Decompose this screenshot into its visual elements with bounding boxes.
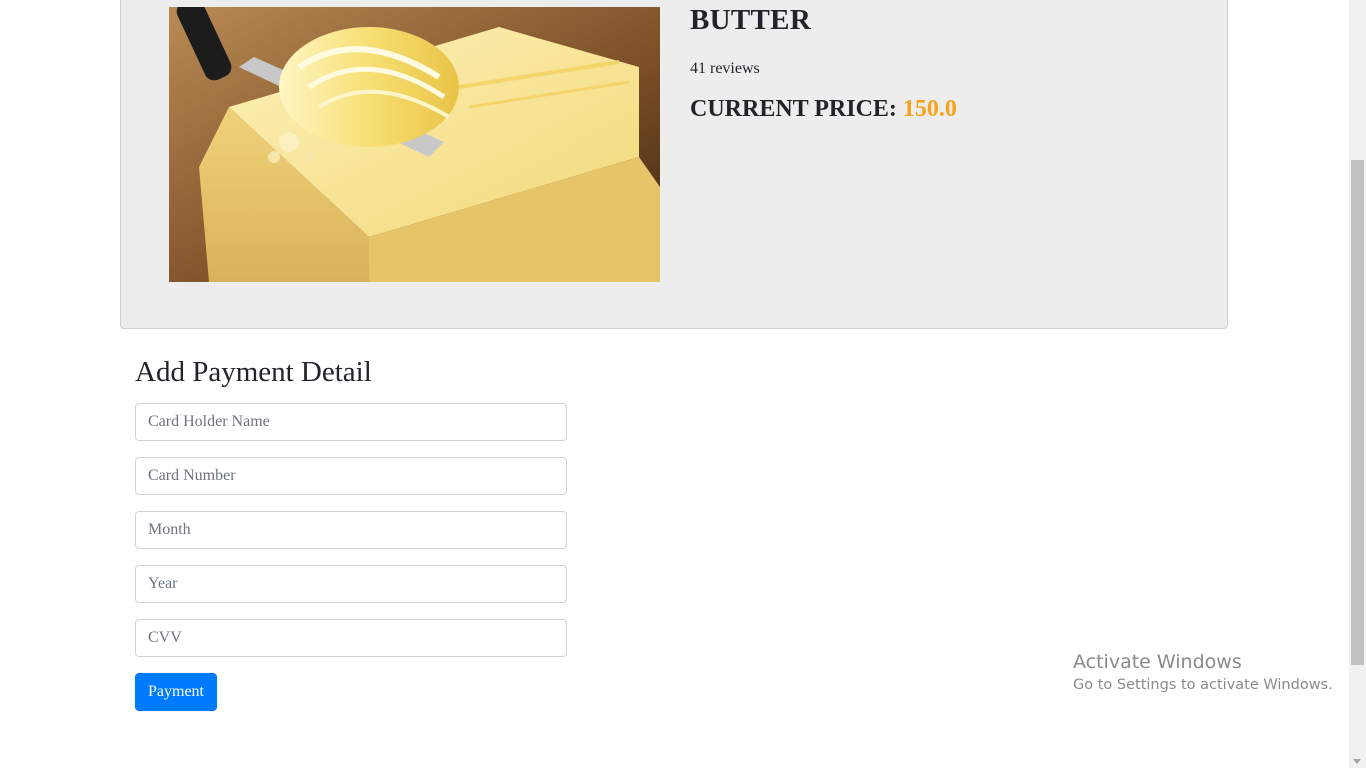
activate-windows-watermark: Activate Windows Go to Settings to activ… — [1073, 650, 1333, 696]
product-price: CURRENT PRICE: 150.0 — [690, 96, 1190, 123]
product-info: BUTTER 41 reviews CURRENT PRICE: 150.0 — [690, 4, 1190, 123]
payment-heading: Add Payment Detail — [135, 356, 372, 388]
payment-form: Add Payment Detail Payment — [135, 355, 567, 711]
product-reviews: 41 reviews — [690, 59, 760, 77]
scrollbar-thumb[interactable] — [1351, 160, 1364, 665]
product-card: BUTTER 41 reviews CURRENT PRICE: 150.0 — [120, 0, 1228, 329]
watermark-title: Activate Windows — [1073, 651, 1242, 673]
year-input[interactable] — [135, 565, 567, 603]
vertical-scrollbar[interactable] — [1349, 0, 1366, 768]
cvv-input[interactable] — [135, 619, 567, 657]
watermark-subtitle: Go to Settings to activate Windows. — [1073, 677, 1333, 693]
payment-button[interactable]: Payment — [135, 673, 217, 711]
product-title: BUTTER — [690, 4, 812, 36]
card-number-input[interactable] — [135, 457, 567, 495]
product-image — [169, 7, 660, 282]
page: BUTTER 41 reviews CURRENT PRICE: 150.0 A… — [0, 0, 1366, 768]
month-input[interactable] — [135, 511, 567, 549]
price-value: 150.0 — [902, 95, 957, 122]
scroll-down-arrow-icon[interactable] — [1353, 759, 1361, 764]
price-label: CURRENT PRICE: — [690, 95, 897, 122]
card-holder-name-input[interactable] — [135, 403, 567, 441]
